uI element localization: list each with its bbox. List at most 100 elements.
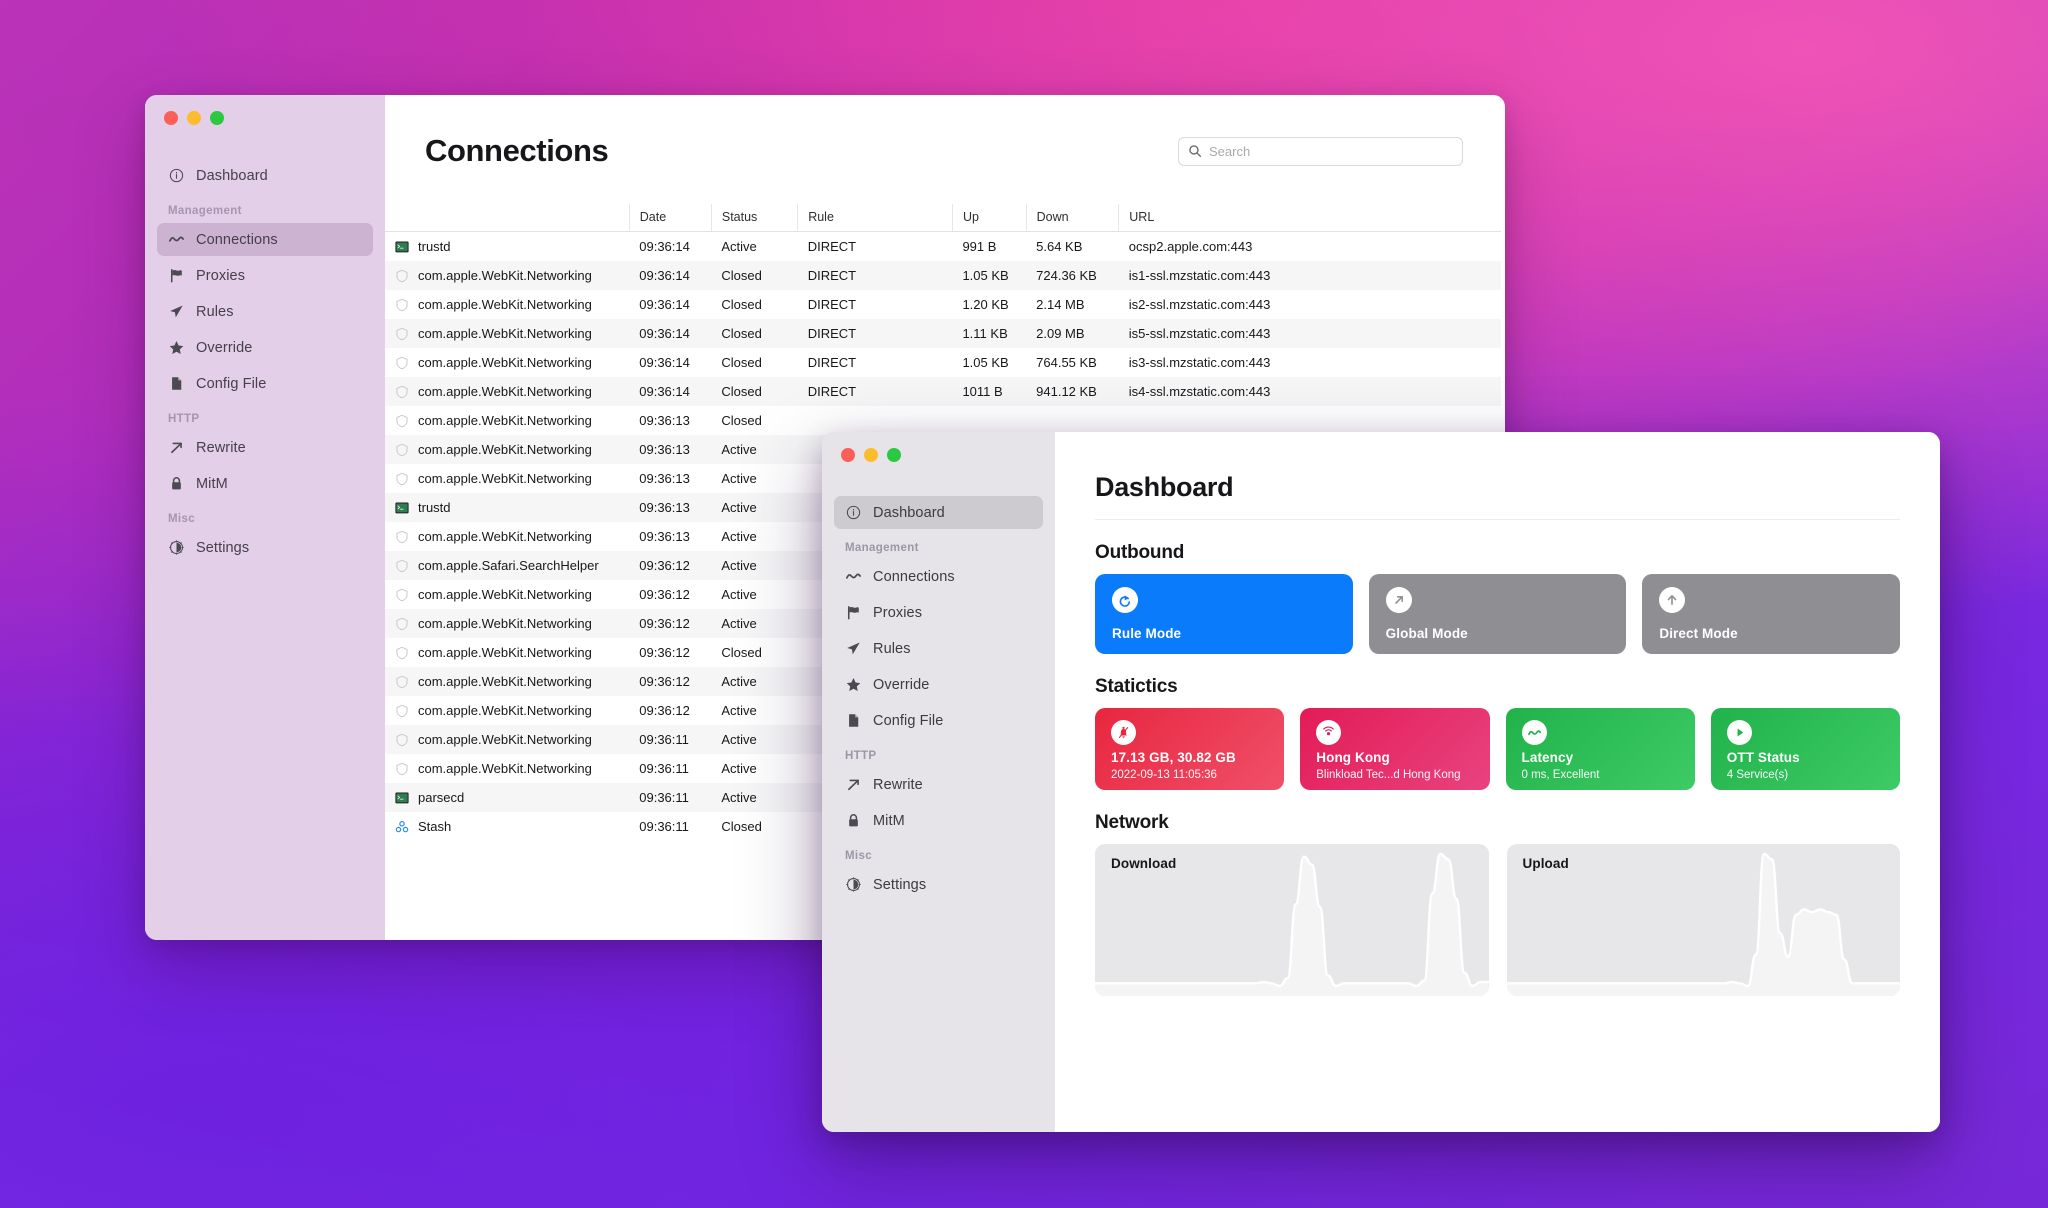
sidebar-item-label: Settings xyxy=(873,877,926,893)
cell-rule: DIRECT xyxy=(798,261,953,290)
column-header-rule[interactable]: Rule xyxy=(798,204,953,232)
sidebar-item-proxies[interactable]: Proxies xyxy=(834,596,1043,629)
maximize-button[interactable] xyxy=(210,111,224,125)
sidebar-item-dashboard[interactable]: Dashboard xyxy=(157,159,373,192)
process-name: com.apple.WebKit.Networking xyxy=(418,587,592,602)
cell-rule: DIRECT xyxy=(798,232,953,262)
cell-url: is5-ssl.mzstatic.com:443 xyxy=(1119,319,1501,348)
cell-rule: DIRECT xyxy=(798,290,953,319)
info-circle-icon xyxy=(168,167,185,184)
mode-card-label: Rule Mode xyxy=(1112,626,1181,641)
cell-rule xyxy=(798,406,953,435)
connections-sidebar: Dashboard Management Connections Proxies… xyxy=(145,95,385,940)
table-row[interactable]: com.apple.WebKit.Networking 09:36:14 Clo… xyxy=(385,348,1501,377)
minimize-button[interactable] xyxy=(864,448,878,462)
cell-name: com.apple.WebKit.Networking xyxy=(385,638,629,667)
cell-name: com.apple.WebKit.Networking xyxy=(385,522,629,551)
process-name: com.apple.WebKit.Networking xyxy=(418,732,592,747)
sidebar-item-config-file[interactable]: Config File xyxy=(157,367,373,400)
sidebar-item-label: Dashboard xyxy=(873,505,945,521)
table-row[interactable]: com.apple.WebKit.Networking 09:36:13 Clo… xyxy=(385,406,1501,435)
cell-status: Active xyxy=(711,464,797,493)
cell-name: com.apple.WebKit.Networking xyxy=(385,580,629,609)
sidebar-item-label: Rewrite xyxy=(196,440,246,456)
cell-up: 1.20 KB xyxy=(952,290,1026,319)
search-box[interactable]: Search xyxy=(1178,137,1463,166)
stat-card-primary: 17.13 GB, 30.82 GB xyxy=(1111,750,1236,765)
close-button[interactable] xyxy=(164,111,178,125)
sidebar-item-override[interactable]: Override xyxy=(157,331,373,364)
cell-status: Active xyxy=(711,232,797,262)
column-header-date[interactable]: Date xyxy=(629,204,711,232)
sidebar-item-mitm[interactable]: MitM xyxy=(157,467,373,500)
cell-date: 09:36:13 xyxy=(629,406,711,435)
sidebar-item-dashboard[interactable]: Dashboard xyxy=(834,496,1043,529)
terminal-icon xyxy=(395,791,409,805)
sidebar-item-rewrite[interactable]: Rewrite xyxy=(834,768,1043,801)
column-header-up[interactable]: Up xyxy=(952,204,1026,232)
sidebar-item-settings[interactable]: Settings xyxy=(834,868,1043,901)
sidebar-item-connections[interactable]: Connections xyxy=(157,223,373,256)
cell-date: 09:36:14 xyxy=(629,348,711,377)
sidebar-item-label: Rewrite xyxy=(873,777,923,793)
cell-date: 09:36:11 xyxy=(629,754,711,783)
table-row[interactable]: com.apple.WebKit.Networking 09:36:14 Clo… xyxy=(385,290,1501,319)
column-header-status[interactable]: Status xyxy=(711,204,797,232)
sidebar-item-label: Override xyxy=(873,677,929,693)
gear-icon xyxy=(845,876,862,893)
table-row[interactable]: com.apple.WebKit.Networking 09:36:14 Clo… xyxy=(385,319,1501,348)
sidebar-item-override[interactable]: Override xyxy=(834,668,1043,701)
cell-date: 09:36:13 xyxy=(629,493,711,522)
info-circle-icon xyxy=(845,504,862,521)
shield-icon xyxy=(395,298,409,312)
process-name: trustd xyxy=(418,239,451,254)
close-button[interactable] xyxy=(841,448,855,462)
table-row[interactable]: com.apple.WebKit.Networking 09:36:14 Clo… xyxy=(385,377,1501,406)
search-input[interactable]: Search xyxy=(1209,144,1250,159)
dashboard-window[interactable]: Dashboard Management Connections Proxies… xyxy=(822,432,1940,1132)
stat-card-hong-kong[interactable]: Hong Kong Blinkload Tec...d Hong Kong xyxy=(1300,708,1489,790)
sidebar-item-rewrite[interactable]: Rewrite xyxy=(157,431,373,464)
document-icon xyxy=(168,375,185,392)
sidebar-item-connections[interactable]: Connections xyxy=(834,560,1043,593)
search-icon xyxy=(1188,144,1202,158)
stat-card-latency[interactable]: Latency 0 ms, Excellent xyxy=(1506,708,1695,790)
process-name: com.apple.WebKit.Networking xyxy=(418,761,592,776)
network-chart-upload: Upload xyxy=(1507,844,1901,996)
column-header-url[interactable]: URL xyxy=(1119,204,1501,232)
cell-down: 724.36 KB xyxy=(1026,261,1119,290)
stat-card-17-13-gb-30-82-gb[interactable]: 17.13 GB, 30.82 GB 2022-09-13 11:05:36 xyxy=(1095,708,1284,790)
cell-status: Active xyxy=(711,522,797,551)
maximize-button[interactable] xyxy=(887,448,901,462)
sidebar-item-rules[interactable]: Rules xyxy=(834,632,1043,665)
document-icon xyxy=(845,712,862,729)
mode-card-direct-mode[interactable]: Direct Mode xyxy=(1642,574,1900,654)
sidebar-item-config-file[interactable]: Config File xyxy=(834,704,1043,737)
wave-icon xyxy=(168,231,185,248)
cell-down: 5.64 KB xyxy=(1026,232,1119,262)
sidebar-item-rules[interactable]: Rules xyxy=(157,295,373,328)
sidebar-group-title: Management xyxy=(834,542,1043,554)
sidebar-item-proxies[interactable]: Proxies xyxy=(157,259,373,292)
mode-card-rule-mode[interactable]: Rule Mode xyxy=(1095,574,1353,654)
window-controls-connections[interactable] xyxy=(145,95,385,125)
table-row[interactable]: com.apple.WebKit.Networking 09:36:14 Clo… xyxy=(385,261,1501,290)
cell-status: Closed xyxy=(711,812,797,841)
table-row[interactable]: trustd 09:36:14 Active DIRECT 991 B 5.64… xyxy=(385,232,1501,262)
minimize-button[interactable] xyxy=(187,111,201,125)
cell-date: 09:36:13 xyxy=(629,464,711,493)
sidebar-item-mitm[interactable]: MitM xyxy=(834,804,1043,837)
sidebar-item-settings[interactable]: Settings xyxy=(157,531,373,564)
stat-card-ott-status[interactable]: OTT Status 4 Service(s) xyxy=(1711,708,1900,790)
column-header-down[interactable]: Down xyxy=(1026,204,1119,232)
process-name: com.apple.WebKit.Networking xyxy=(418,703,592,718)
cell-date: 09:36:12 xyxy=(629,638,711,667)
shield-icon xyxy=(395,675,409,689)
wave-icon xyxy=(845,568,862,585)
cell-down xyxy=(1026,406,1119,435)
column-header-name[interactable] xyxy=(385,204,629,232)
window-controls-dashboard[interactable] xyxy=(822,432,1055,462)
mode-card-global-mode[interactable]: Global Mode xyxy=(1369,574,1627,654)
cell-status: Active xyxy=(711,667,797,696)
dashboard-nav: Dashboard Management Connections Proxies… xyxy=(822,496,1055,904)
